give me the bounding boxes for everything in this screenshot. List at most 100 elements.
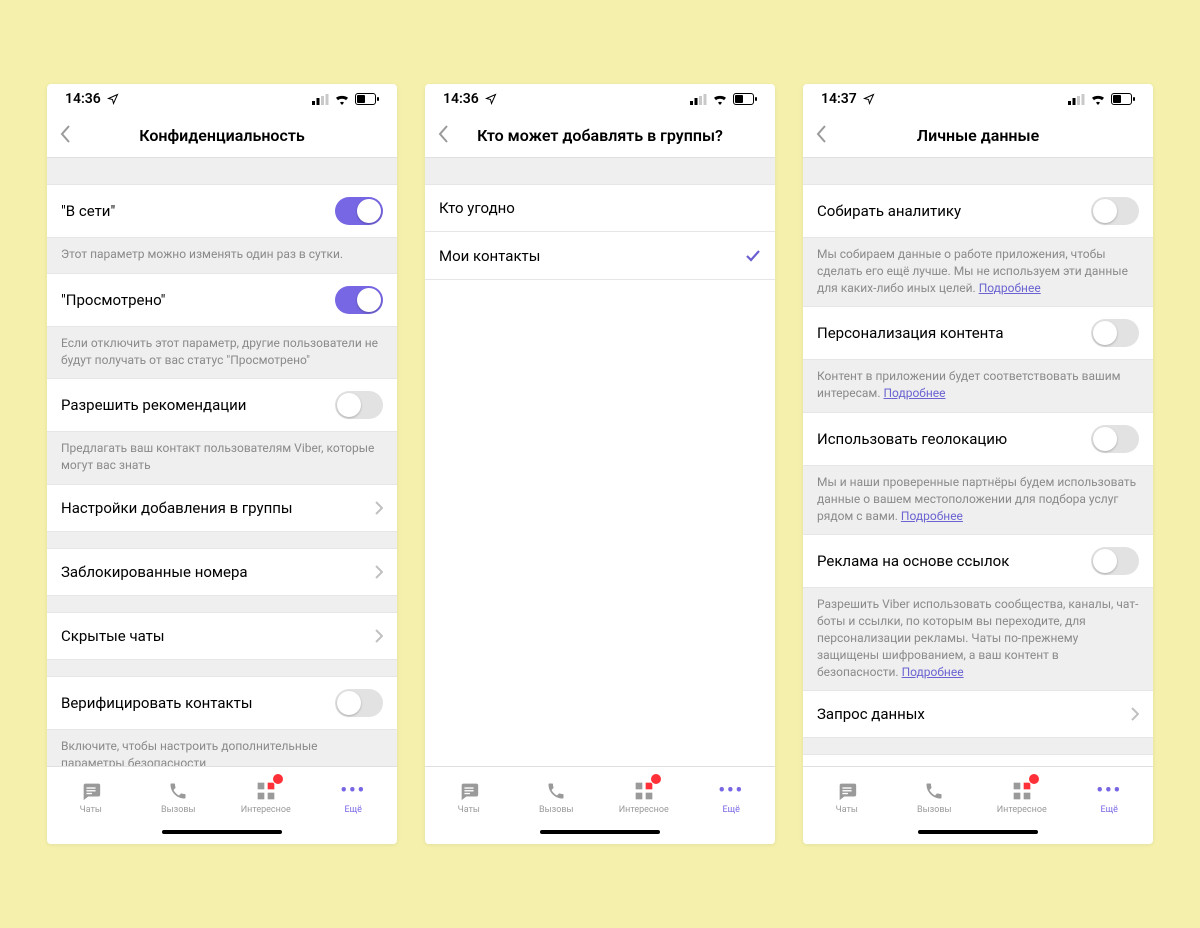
toggle-personal[interactable] <box>1091 319 1139 347</box>
calls-icon <box>544 779 568 803</box>
nav-bar: Конфиденциальность <box>47 114 397 158</box>
row-label: Персонализация контента <box>817 324 1091 342</box>
tab-interesting[interactable]: Интересное <box>978 767 1066 826</box>
chats-icon <box>79 779 103 803</box>
location-arrow-icon <box>485 93 497 105</box>
row-blocked[interactable]: Заблокированные номера <box>47 548 397 596</box>
wifi-icon <box>1090 93 1106 105</box>
row-label: Собирать аналитику <box>817 202 1091 220</box>
row-label: Верифицировать контакты <box>61 694 335 712</box>
calls-icon <box>922 779 946 803</box>
page-title: Личные данные <box>917 126 1039 145</box>
row-ads[interactable]: Реклама на основе ссылок <box>803 534 1153 588</box>
tab-more[interactable]: ••• Ещё <box>310 767 398 826</box>
more-icon: ••• <box>341 779 365 803</box>
personal-data-list: Собирать аналитику Мы собираем данные о … <box>803 158 1153 766</box>
chevron-right-icon <box>375 629 383 643</box>
options-list: Кто угодно Мои контакты <box>425 158 775 766</box>
row-label: Кто угодно <box>439 199 761 217</box>
phone-privacy: 14:36 Конфиденциальность "В сети" Этот п… <box>47 84 397 844</box>
row-request-data[interactable]: Запрос данных <box>803 690 1153 738</box>
toggle-recs[interactable] <box>335 391 383 419</box>
checkmark-icon <box>745 249 761 263</box>
location-arrow-icon <box>863 93 875 105</box>
toggle-analytics[interactable] <box>1091 197 1139 225</box>
link-more[interactable]: Подробнее <box>883 386 945 400</box>
option-anyone[interactable]: Кто угодно <box>425 184 775 232</box>
back-button[interactable] <box>431 118 455 154</box>
tab-more[interactable]: ••• Ещё <box>1066 767 1154 826</box>
tab-label: Вызовы <box>917 805 951 815</box>
tab-calls[interactable]: Вызовы <box>135 767 223 826</box>
tab-chats[interactable]: Чаты <box>47 767 135 826</box>
status-time: 14:36 <box>65 91 101 107</box>
chevron-left-icon <box>437 124 449 144</box>
page-title: Кто может добавлять в группы? <box>477 126 723 145</box>
signal-icon <box>312 94 329 105</box>
back-button[interactable] <box>53 118 77 154</box>
tab-chats[interactable]: Чаты <box>803 767 891 826</box>
toggle-ads[interactable] <box>1091 547 1139 575</box>
back-button[interactable] <box>809 118 833 154</box>
tab-label: Ещё <box>1101 805 1118 815</box>
toggle-verify[interactable] <box>335 689 383 717</box>
chevron-right-icon <box>375 565 383 579</box>
footnote-personal: Контент в приложении будет соответствова… <box>803 360 1153 412</box>
footnote-seen: Если отключить этот параметр, другие пол… <box>47 327 397 379</box>
row-verify[interactable]: Верифицировать контакты <box>47 676 397 730</box>
chevron-right-icon <box>1131 707 1139 721</box>
footnote-geo: Мы и наши проверенные партнёры будем исп… <box>803 466 1153 534</box>
signal-icon <box>1068 94 1085 105</box>
tab-label: Вызовы <box>161 805 195 815</box>
tab-bar: Чаты Вызовы Интересное ••• Ещё <box>803 766 1153 826</box>
row-personal[interactable]: Персонализация контента <box>803 306 1153 360</box>
row-analytics[interactable]: Собирать аналитику <box>803 184 1153 238</box>
link-more[interactable]: Подробнее <box>979 281 1041 295</box>
tab-more[interactable]: ••• Ещё <box>688 767 776 826</box>
row-online[interactable]: "В сети" <box>47 184 397 238</box>
tab-interesting[interactable]: Интересное <box>222 767 310 826</box>
status-bar: 14:36 <box>425 84 775 114</box>
tab-label: Чаты <box>836 805 858 815</box>
footnote-verify: Включите, чтобы настроить дополнительные… <box>47 730 397 766</box>
status-time: 14:36 <box>443 91 479 107</box>
toggle-seen[interactable] <box>335 286 383 314</box>
phone-groups: 14:36 Кто может добавлять в группы? Кто … <box>425 84 775 844</box>
chats-icon <box>457 779 481 803</box>
link-more[interactable]: Подробнее <box>901 509 963 523</box>
more-icon: ••• <box>1097 779 1121 803</box>
option-contacts[interactable]: Мои контакты <box>425 232 775 280</box>
row-hidden[interactable]: Скрытые чаты <box>47 612 397 660</box>
tab-interesting[interactable]: Интересное <box>600 767 688 826</box>
status-bar: 14:36 <box>47 84 397 114</box>
location-arrow-icon <box>107 93 119 105</box>
battery-icon <box>1111 93 1135 105</box>
page-title: Конфиденциальность <box>139 126 305 145</box>
tab-label: Чаты <box>80 805 102 815</box>
row-geo[interactable]: Использовать геолокацию <box>803 412 1153 466</box>
chevron-left-icon <box>815 124 827 144</box>
tab-calls[interactable]: Вызовы <box>891 767 979 826</box>
toggle-online[interactable] <box>335 197 383 225</box>
tab-label: Интересное <box>241 805 291 815</box>
row-label: Заблокированные номера <box>61 563 375 581</box>
tab-chats[interactable]: Чаты <box>425 767 513 826</box>
row-seen[interactable]: "Просмотрено" <box>47 273 397 327</box>
home-indicator <box>425 826 775 844</box>
row-groups[interactable]: Настройки добавления в группы <box>47 484 397 532</box>
footnote-recs: Предлагать ваш контакт пользователям Vib… <box>47 432 397 484</box>
row-delete-data[interactable]: Удаление данных <box>803 754 1153 766</box>
toggle-geo[interactable] <box>1091 425 1139 453</box>
tab-label: Ещё <box>723 805 740 815</box>
link-more[interactable]: Подробнее <box>902 665 964 679</box>
tab-calls[interactable]: Вызовы <box>513 767 601 826</box>
row-label: Мои контакты <box>439 247 745 265</box>
tab-label: Вызовы <box>539 805 573 815</box>
footnote-online: Этот параметр можно изменять один раз в … <box>47 238 397 273</box>
row-label: Настройки добавления в группы <box>61 499 375 517</box>
row-label: Разрешить рекомендации <box>61 396 335 414</box>
row-label: "В сети" <box>61 202 335 220</box>
row-recs[interactable]: Разрешить рекомендации <box>47 378 397 432</box>
notification-badge <box>650 773 662 785</box>
battery-icon <box>733 93 757 105</box>
